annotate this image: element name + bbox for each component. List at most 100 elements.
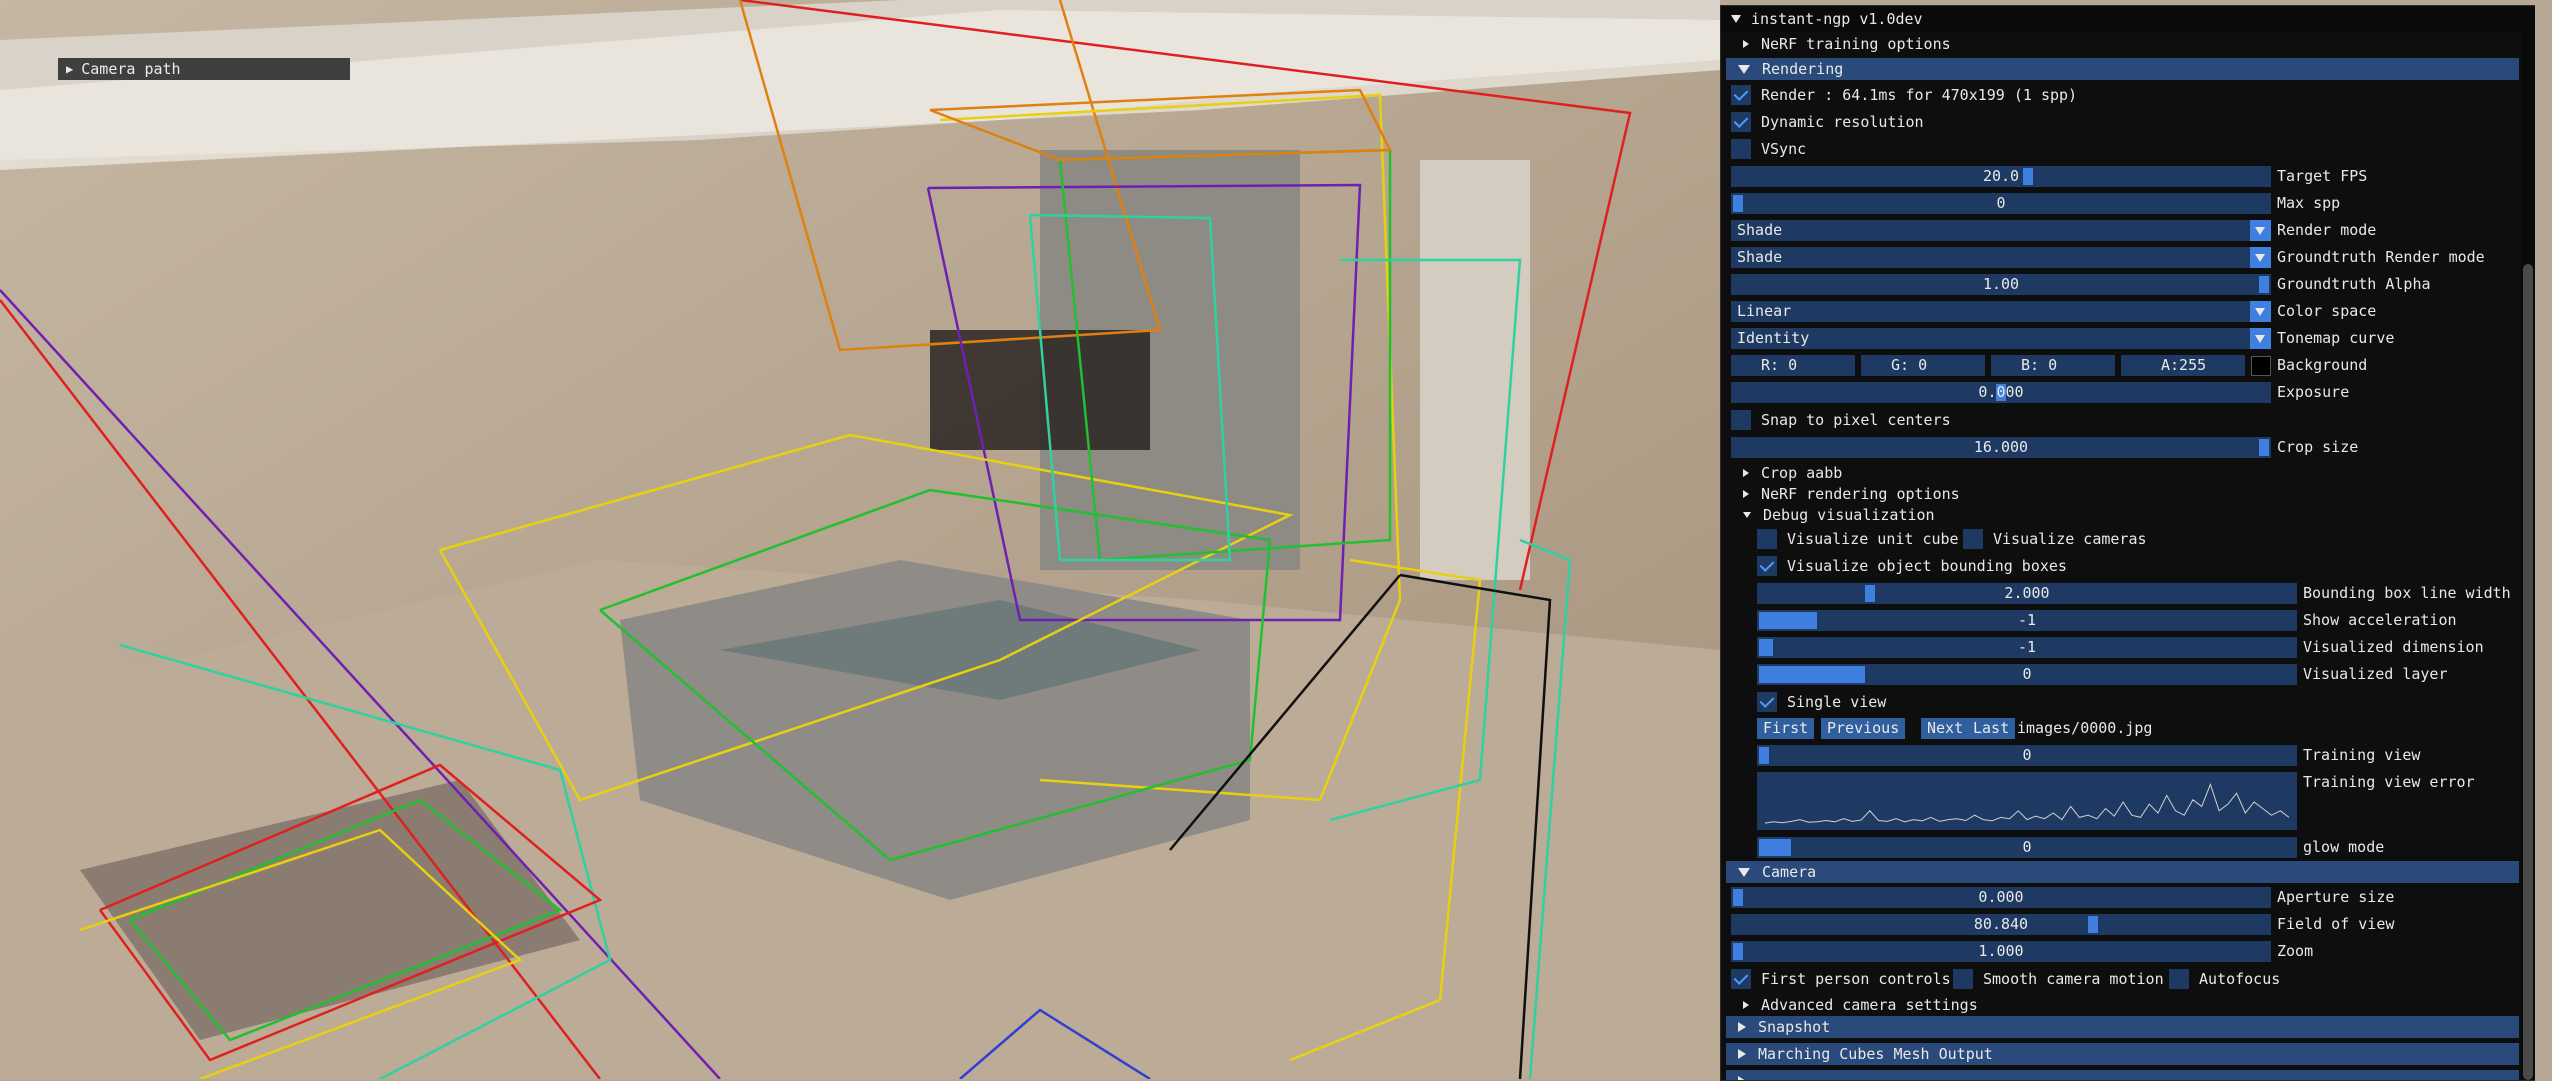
slider-value: 0 xyxy=(2022,665,2032,683)
bg-a-field[interactable]: A:255 xyxy=(2121,355,2245,376)
vsync-label: VSync xyxy=(1761,140,1807,158)
exposure-slider[interactable]: 0.000 xyxy=(1731,382,2271,403)
tonemap-combo[interactable]: Identity xyxy=(1731,328,2271,349)
panel-title-bar[interactable]: instant-ngp v1.0dev xyxy=(1721,6,2535,32)
vis-layer-label: Visualized layer xyxy=(2303,665,2448,683)
tree-nerf-training-options[interactable]: NeRF training options xyxy=(1743,33,1951,55)
slider-value: 0 xyxy=(2022,746,2032,764)
slider-value: -1 xyxy=(2017,611,2037,629)
combo-value: Identity xyxy=(1737,329,1810,347)
checkbox-box[interactable] xyxy=(1757,529,1777,549)
first-person-checkbox[interactable]: First person controls xyxy=(1731,968,1951,990)
vis-unit-cube-label: Visualize unit cube xyxy=(1787,530,1959,548)
checkbox-box[interactable] xyxy=(1757,556,1777,576)
slider-value: 0 xyxy=(2022,838,2032,856)
vsync-checkbox[interactable]: VSync xyxy=(1731,138,1806,160)
panel-scrollbar[interactable] xyxy=(2521,6,2535,1080)
error-plot-series xyxy=(1764,782,2290,824)
header-marching-cubes[interactable]: Marching Cubes Mesh Output xyxy=(1726,1043,2519,1065)
color-space-combo[interactable]: Linear xyxy=(1731,301,2271,322)
checkbox-box[interactable] xyxy=(1953,969,1973,989)
gt-alpha-slider[interactable]: 1.00 xyxy=(1731,274,2271,295)
smooth-motion-checkbox[interactable]: Smooth camera motion xyxy=(1953,968,2164,990)
show-accel-slider[interactable]: -1 xyxy=(1757,610,2297,631)
render-checkbox[interactable]: Render : 64.1ms for 470x199 (1 spp) xyxy=(1731,84,2077,106)
autofocus-checkbox[interactable]: Autofocus xyxy=(2169,968,2280,990)
gt-render-mode-label: Groundtruth Render mode xyxy=(2277,248,2485,266)
first-button[interactable]: First xyxy=(1757,718,1815,739)
bbox-width-slider[interactable]: 2.000 xyxy=(1757,583,2297,604)
collapse-arrow-icon xyxy=(1738,64,1750,74)
slider-value: -1 xyxy=(2017,638,2037,656)
header-partial[interactable] xyxy=(1726,1070,2519,1080)
settings-panel: instant-ngp v1.0dev NeRF training option… xyxy=(1720,5,2535,1081)
glow-mode-label: glow mode xyxy=(2303,838,2385,856)
training-view-slider[interactable]: 0 xyxy=(1757,745,2297,766)
tree-advanced-camera-settings[interactable]: Advanced camera settings xyxy=(1743,994,1978,1016)
aperture-slider[interactable]: 0.000 xyxy=(1731,887,2271,908)
combo-value: Shade xyxy=(1737,221,1783,239)
render-viewport[interactable]: ▶ Camera path xyxy=(0,0,1720,1079)
vis-unit-cube-checkbox[interactable]: Visualize unit cube xyxy=(1757,528,1959,550)
vis-bboxes-checkbox[interactable]: Visualize object bounding boxes xyxy=(1757,555,2067,577)
autofocus-label: Autofocus xyxy=(2199,970,2281,988)
checkbox-box[interactable] xyxy=(1963,529,1983,549)
slider-value: 0 xyxy=(1996,194,2006,212)
dynamic-resolution-checkbox[interactable]: Dynamic resolution xyxy=(1731,111,1924,133)
gt-render-mode-combo[interactable]: Shade xyxy=(1731,247,2271,268)
single-view-checkbox[interactable]: Single view xyxy=(1757,691,1886,713)
background-label: Background xyxy=(2277,356,2368,374)
checkbox-box[interactable] xyxy=(1731,410,1751,430)
slider-value: 2.000 xyxy=(2004,584,2050,602)
render-mode-combo[interactable]: Shade xyxy=(1731,220,2271,241)
render-label: Render : 64.1ms for 470x199 (1 spp) xyxy=(1761,86,2078,104)
chevron-down-icon[interactable] xyxy=(2250,328,2271,349)
smooth-motion-label: Smooth camera motion xyxy=(1983,970,2164,988)
expand-arrow-icon xyxy=(1743,40,1749,48)
header-rendering[interactable]: Rendering xyxy=(1726,58,2519,80)
vis-dim-slider[interactable]: -1 xyxy=(1757,637,2297,658)
expand-arrow-icon xyxy=(1738,1049,1746,1059)
single-view-label: Single view xyxy=(1787,693,1887,711)
next-button[interactable]: Next xyxy=(1921,718,1970,739)
last-button[interactable]: Last xyxy=(1967,718,2016,739)
bg-r-field[interactable]: R: 0 xyxy=(1731,355,1855,376)
previous-button[interactable]: Previous xyxy=(1821,718,1906,739)
snap-pixel-centers-checkbox[interactable]: Snap to pixel centers xyxy=(1731,409,1951,431)
chevron-down-icon[interactable] xyxy=(2250,247,2271,268)
zoom-slider[interactable]: 1.000 xyxy=(1731,941,2271,962)
target-fps-slider[interactable]: 20.0 xyxy=(1731,166,2271,187)
slider-value: 1.000 xyxy=(1978,942,2024,960)
tree-debug-visualization[interactable]: Debug visualization xyxy=(1743,504,1935,526)
crop-size-slider[interactable]: 16.000 xyxy=(1731,437,2271,458)
checkbox-box[interactable] xyxy=(1731,85,1751,105)
tree-label: Advanced camera settings xyxy=(1761,996,1978,1014)
fov-slider[interactable]: 80.840 xyxy=(1731,914,2271,935)
tree-crop-aabb[interactable]: Crop aabb xyxy=(1743,462,1842,484)
vis-layer-slider[interactable]: 0 xyxy=(1757,664,2297,685)
chevron-down-icon[interactable] xyxy=(2250,220,2271,241)
slider-value: 16.000 xyxy=(1973,438,2029,456)
header-camera[interactable]: Camera xyxy=(1726,861,2519,883)
bbox-width-label: Bounding box line width xyxy=(2303,584,2511,602)
checkbox-box[interactable] xyxy=(1731,112,1751,132)
checkbox-box[interactable] xyxy=(2169,969,2189,989)
vis-cameras-checkbox[interactable]: Visualize cameras xyxy=(1963,528,2147,550)
chevron-down-icon[interactable] xyxy=(2250,301,2271,322)
color-space-label: Color space xyxy=(2277,302,2377,320)
checkbox-box[interactable] xyxy=(1757,692,1777,712)
bg-g-field[interactable]: G: 0 xyxy=(1861,355,1985,376)
tree-nerf-rendering-options[interactable]: NeRF rendering options xyxy=(1743,483,1960,505)
header-snapshot[interactable]: Snapshot xyxy=(1726,1016,2519,1038)
scrollbar-thumb[interactable] xyxy=(2523,264,2533,1080)
glow-mode-slider[interactable]: 0 xyxy=(1757,837,2297,858)
bg-b-field[interactable]: B: 0 xyxy=(1991,355,2115,376)
checkbox-box[interactable] xyxy=(1731,969,1751,989)
max-spp-slider[interactable]: 0 xyxy=(1731,193,2271,214)
camera-path-window[interactable]: ▶ Camera path xyxy=(58,58,350,80)
bg-color-swatch[interactable] xyxy=(2251,356,2271,376)
expand-arrow-icon xyxy=(1738,1022,1746,1032)
scene-render[interactable] xyxy=(0,0,1720,1079)
checkbox-box[interactable] xyxy=(1731,139,1751,159)
tonemap-label: Tonemap curve xyxy=(2277,329,2395,347)
